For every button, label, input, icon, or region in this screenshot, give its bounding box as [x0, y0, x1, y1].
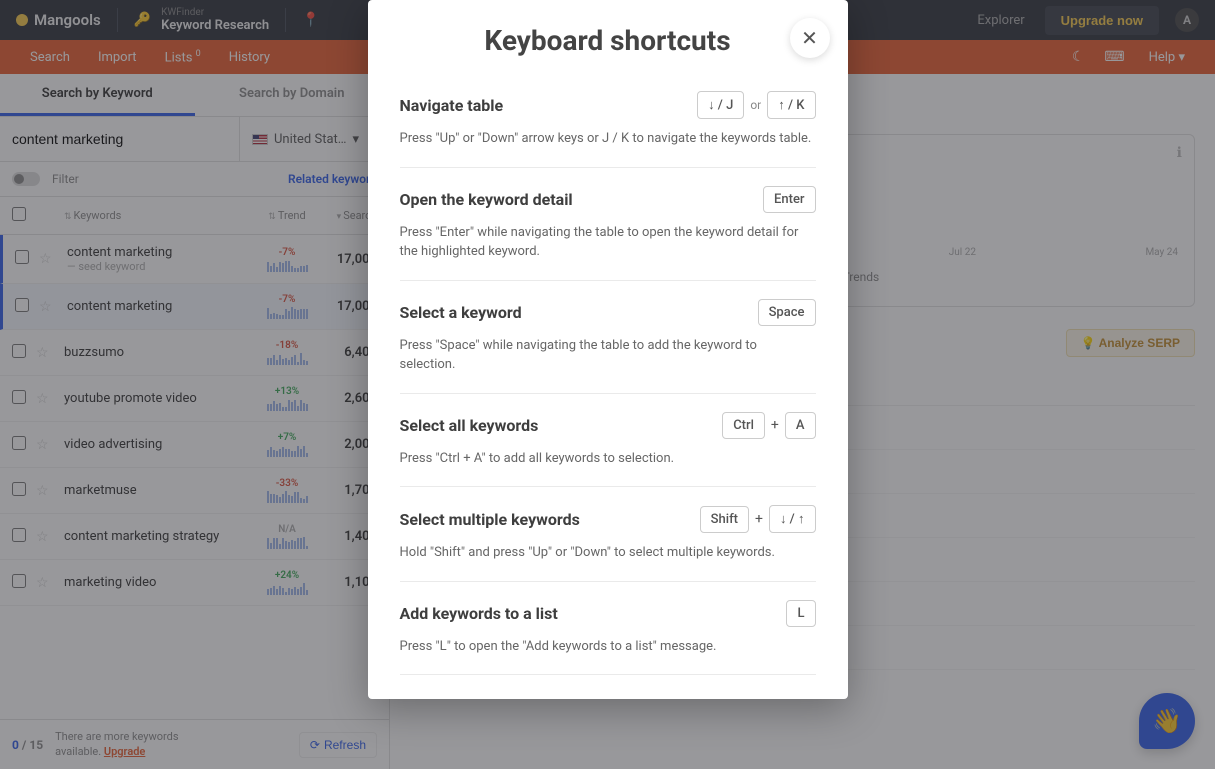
keyboard-shortcuts-modal: ✕ Keyboard shortcuts Navigate table ↓ / …	[368, 0, 848, 699]
shortcut-section: Open the keyword detail Enter Press "Ent…	[400, 168, 816, 281]
key: Ctrl	[722, 412, 765, 439]
key: L	[786, 600, 815, 627]
shortcut-title: Add keywords to a list	[400, 604, 558, 623]
shortcut-keys: Shift+↓ / ↑	[700, 505, 816, 533]
shortcut-keys: Ctrl+A	[722, 412, 815, 439]
close-icon: ✕	[801, 26, 818, 51]
modal-title: Keyboard shortcuts	[368, 0, 848, 73]
shortcut-keys: Enter	[763, 186, 815, 213]
shortcut-keys: Space	[758, 299, 816, 326]
shortcut-section: Navigate table ↓ / Jor↑ / K Press "Up" o…	[400, 73, 816, 168]
modal-overlay[interactable]: ✕ Keyboard shortcuts Navigate table ↓ / …	[0, 0, 1215, 769]
shortcut-title: Navigate table	[400, 96, 504, 115]
shortcut-section: Add keywords to a list L Press "L" to op…	[400, 582, 816, 676]
close-button[interactable]: ✕	[790, 18, 830, 58]
shortcut-description: Press "Ctrl + A" to add all keywords to …	[400, 449, 816, 469]
shortcut-description: Press "Up" or "Down" arrow keys or J / K…	[400, 129, 816, 149]
key: ↑ / K	[767, 91, 815, 119]
shortcut-title: Select all keywords	[400, 416, 539, 435]
shortcut-keys: L	[786, 600, 815, 627]
shortcut-section: Select multiple keywords Shift+↓ / ↑ Hol…	[400, 487, 816, 582]
key: ↓ / ↑	[769, 505, 816, 533]
key: Space	[758, 299, 816, 326]
shortcut-title: Open the keyword detail	[400, 190, 573, 209]
shortcut-section: Select a keyword Space Press "Space" whi…	[400, 281, 816, 394]
shortcut-title: Select multiple keywords	[400, 510, 580, 529]
modal-body: Navigate table ↓ / Jor↑ / K Press "Up" o…	[368, 73, 848, 699]
key: A	[785, 412, 816, 439]
key: ↓ / J	[697, 91, 744, 119]
shortcut-title: Select a keyword	[400, 303, 522, 322]
shortcut-description: Hold "Shift" and press "Up" or "Down" to…	[400, 543, 816, 563]
shortcut-description: Press "L" to open the "Add keywords to a…	[400, 637, 816, 657]
key: Enter	[763, 186, 815, 213]
shortcut-description: Press "Space" while navigating the table…	[400, 336, 816, 375]
shortcut-description: Press "Enter" while navigating the table…	[400, 223, 816, 262]
key: Shift	[700, 506, 749, 533]
shortcut-section: Select all keywords Ctrl+A Press "Ctrl +…	[400, 394, 816, 488]
shortcut-keys: ↓ / Jor↑ / K	[697, 91, 815, 119]
